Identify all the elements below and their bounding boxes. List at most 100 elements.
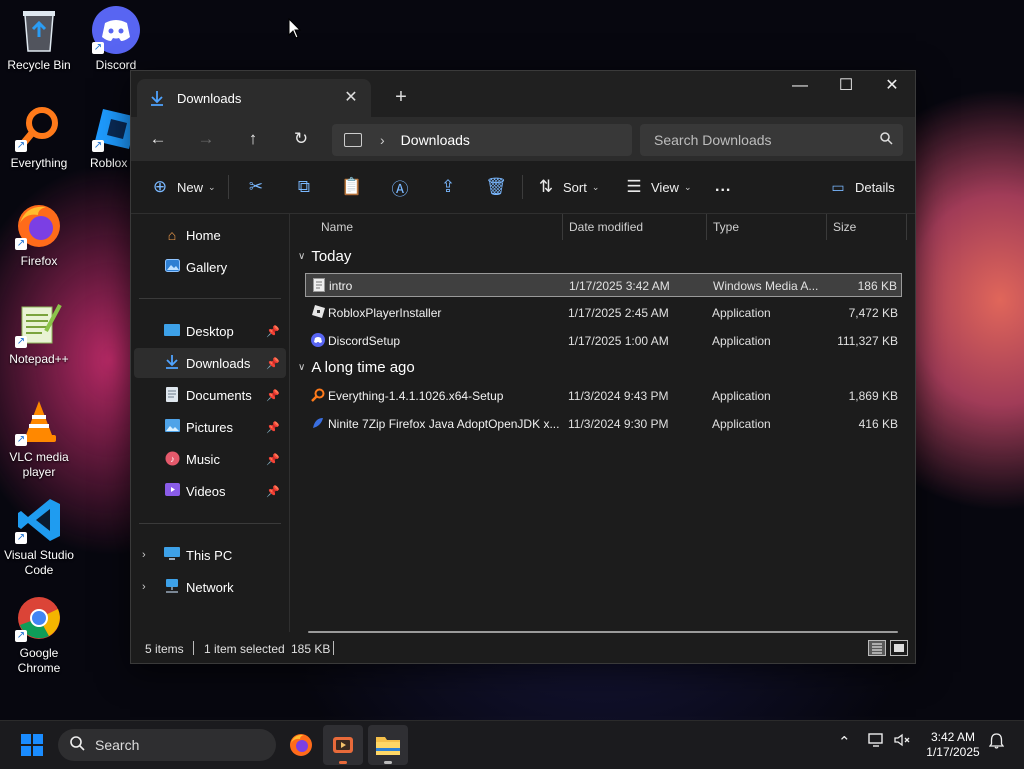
new-tab-button[interactable]: + — [389, 85, 413, 109]
file-row-everything-setup[interactable]: Everything-1.4.1.1026.x64-Setup 11/3/202… — [305, 384, 902, 408]
chevron-right-icon[interactable]: › — [142, 549, 146, 561]
divider — [139, 298, 281, 299]
sidebar-item-gallery[interactable]: Gallery — [134, 252, 286, 282]
shortcut-arrow-icon: ↗ — [15, 630, 27, 642]
volume-muted-icon[interactable] — [894, 733, 910, 751]
system-clock[interactable]: 3:42 AM 1/17/2025 — [916, 730, 990, 760]
chevron-right-icon[interactable]: › — [142, 581, 146, 593]
copy-button[interactable]: ⧉ — [293, 175, 315, 199]
view-button[interactable]: ☰ View ⌄ — [623, 175, 691, 199]
column-header-type[interactable]: Type — [713, 220, 739, 234]
file-explorer-window: Downloads ✕ + — ☐ ✕ ← → ↑ ↻ › Downloads … — [130, 70, 916, 664]
sidebar-item-documents[interactable]: Documents 📌 — [134, 380, 286, 410]
tab-downloads[interactable]: Downloads ✕ — [137, 79, 371, 117]
taskbar-app-media-player[interactable] — [323, 725, 363, 765]
audio-file-icon — [312, 278, 326, 292]
minimize-button[interactable]: — — [777, 71, 823, 103]
group-header-today[interactable]: ∨ Today — [298, 248, 351, 265]
column-header-date[interactable]: Date modified — [569, 220, 643, 234]
search-placeholder: Search Downloads — [654, 132, 772, 148]
divider — [193, 641, 194, 655]
divider[interactable] — [906, 214, 907, 240]
file-name: RobloxPlayerInstaller — [328, 306, 442, 320]
desktop-icon-everything[interactable]: ↗ Everything — [0, 104, 78, 171]
file-row-ninite[interactable]: Ninite 7Zip Firefox Java AdoptOpenJDK x.… — [305, 412, 902, 436]
back-button[interactable]: ← — [143, 125, 173, 153]
gallery-icon — [164, 259, 180, 275]
ninite-icon — [311, 416, 325, 430]
desktop-icon-notepad-plus-plus[interactable]: ↗ Notepad++ — [0, 300, 78, 367]
group-header-a-long-time-ago[interactable]: ∨ A long time ago — [298, 359, 415, 376]
running-indicator — [339, 761, 347, 764]
firefox-icon: ↗ — [15, 202, 63, 250]
sidebar-item-pictures[interactable]: Pictures 📌 — [134, 412, 286, 442]
up-button[interactable]: ↑ — [238, 125, 268, 153]
breadcrumb-current[interactable]: Downloads — [401, 132, 470, 148]
title-bar: Downloads ✕ + — ☐ ✕ — [131, 71, 915, 117]
sidebar-item-home[interactable]: ⌂ Home — [134, 220, 286, 250]
sidebar-item-this-pc[interactable]: › This PC — [134, 540, 286, 570]
media-player-icon — [333, 737, 353, 753]
sort-button[interactable]: ⇅ Sort ⌄ — [535, 175, 600, 199]
file-row-discordsetup[interactable]: DiscordSetup 1/17/2025 1:00 AM Applicati… — [305, 329, 902, 353]
sidebar-item-downloads[interactable]: Downloads 📌 — [134, 348, 286, 378]
sidebar-item-music[interactable]: ♪ Music 📌 — [134, 444, 286, 474]
sidebar-item-label: This PC — [186, 547, 233, 563]
pin-icon: 📌 — [266, 453, 280, 466]
shortcut-arrow-icon: ↗ — [15, 434, 27, 446]
share-button[interactable]: ⇪ — [437, 175, 459, 199]
refresh-button[interactable]: ↻ — [286, 125, 316, 153]
start-button[interactable] — [12, 725, 52, 765]
taskbar-app-firefox[interactable] — [281, 725, 321, 765]
taskbar-app-file-explorer[interactable] — [368, 725, 408, 765]
details-pane-button[interactable]: ▭ Details — [827, 175, 894, 199]
sidebar-item-label: Home — [186, 227, 221, 243]
desktop-icon-discord[interactable]: ↗ Discord — [77, 6, 155, 73]
delete-button[interactable]: 🗑 — [485, 175, 507, 199]
clock-time: 3:42 AM — [930, 730, 976, 744]
cut-button[interactable]: ✂ — [245, 175, 267, 199]
rename-button[interactable]: Ⓐ — [389, 175, 411, 199]
sidebar-item-network[interactable]: › Network — [134, 572, 286, 602]
more-options-button[interactable]: ... — [715, 175, 731, 199]
column-header-size[interactable]: Size — [833, 220, 856, 234]
desktop-icon-google-chrome[interactable]: ↗ Google Chrome — [0, 594, 78, 676]
file-row-robloxplayerinstaller[interactable]: RobloxPlayerInstaller 1/17/2025 2:45 AM … — [305, 301, 902, 325]
home-icon: ⌂ — [167, 227, 177, 243]
command-bar: ⊕ New ⌄ ✂ ⧉ 📋 Ⓐ ⇪ 🗑 ⇅ Sort ⌄ ☰ View ⌄ ..… — [131, 161, 915, 214]
sidebar-item-desktop[interactable]: Desktop 📌 — [134, 316, 286, 346]
desktop-folder-icon — [164, 323, 180, 339]
desktop-icon-recycle-bin[interactable]: Recycle Bin — [0, 6, 78, 73]
notification-bell-icon[interactable] — [988, 733, 1005, 753]
forward-button[interactable]: → — [191, 125, 221, 153]
details-view-button[interactable] — [868, 640, 886, 656]
file-date: 1/17/2025 3:42 AM — [569, 279, 670, 293]
close-window-button[interactable]: ✕ — [869, 71, 915, 103]
address-bar[interactable]: › Downloads — [332, 124, 632, 156]
pin-icon: 📌 — [266, 485, 280, 498]
divider[interactable] — [826, 214, 827, 240]
search-input[interactable]: Search Downloads — [640, 124, 903, 156]
paste-button[interactable]: 📋 — [341, 175, 363, 199]
network-status-icon[interactable] — [868, 733, 884, 751]
maximize-button[interactable]: ☐ — [823, 71, 869, 103]
chevron-down-icon: ∨ — [298, 362, 306, 373]
file-row-intro[interactable]: intro 1/17/2025 3:42 AM Windows Media A.… — [305, 273, 902, 297]
chevron-right-icon: › — [380, 132, 385, 148]
column-header-name[interactable]: Name — [321, 220, 353, 234]
divider[interactable] — [706, 214, 707, 240]
desktop-icon-firefox[interactable]: ↗ Firefox — [0, 202, 78, 269]
roblox-installer-icon — [311, 305, 325, 319]
tiles-view-button[interactable] — [890, 640, 908, 656]
divider[interactable] — [562, 214, 563, 240]
taskbar-search[interactable]: Search — [58, 729, 276, 761]
pin-icon: 📌 — [266, 357, 280, 370]
new-button[interactable]: ⊕ New ⌄ — [149, 175, 216, 199]
chevron-up-icon[interactable]: ⌃ — [838, 733, 851, 751]
desktop-icon-vscode[interactable]: ↗ Visual Studio Code — [0, 496, 78, 578]
desktop-icon-vlc[interactable]: ↗ VLC media player — [0, 398, 78, 480]
search-icon — [880, 132, 893, 148]
navigation-pane: ⌂ Home Gallery Desktop 📌 Downloads 📌 Doc… — [131, 214, 290, 632]
sidebar-item-videos[interactable]: Videos 📌 — [134, 476, 286, 506]
tab-close-icon[interactable]: ✕ — [341, 88, 361, 108]
